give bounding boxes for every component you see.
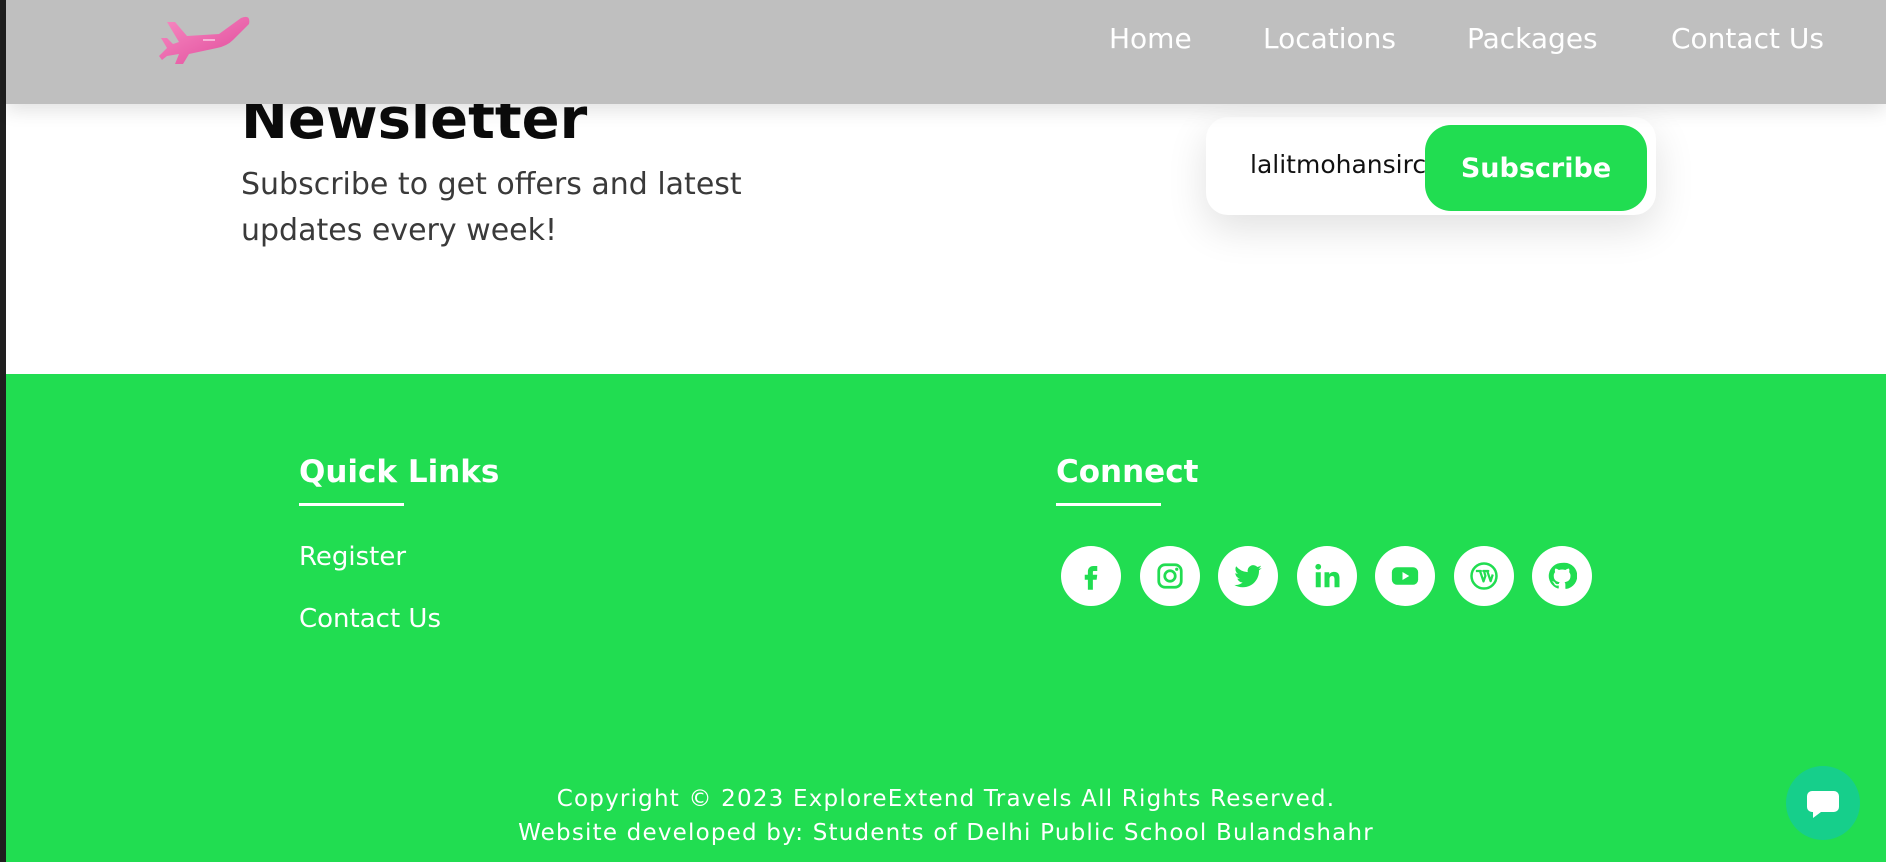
youtube-icon[interactable] <box>1375 546 1435 606</box>
linkedin-icon[interactable] <box>1297 546 1357 606</box>
quick-links-underline <box>299 503 404 506</box>
connect-underline <box>1056 503 1161 506</box>
connect-heading: Connect <box>1056 454 1199 490</box>
twitter-icon[interactable] <box>1218 546 1278 606</box>
chat-button[interactable] <box>1786 766 1860 840</box>
instagram-icon[interactable] <box>1140 546 1200 606</box>
nav-locations[interactable]: Locations <box>1263 22 1396 55</box>
facebook-icon[interactable] <box>1061 546 1121 606</box>
email-input[interactable] <box>1246 141 1450 187</box>
quick-links-heading: Quick Links <box>299 454 500 490</box>
github-icon[interactable] <box>1532 546 1592 606</box>
footer-link-register[interactable]: Register <box>299 542 406 572</box>
footer-link-contact-us[interactable]: Contact Us <box>299 604 441 634</box>
footer: Quick Links Register Contact Us Connect … <box>6 374 1886 862</box>
wordpress-icon[interactable] <box>1454 546 1514 606</box>
nav-packages[interactable]: Packages <box>1467 22 1598 55</box>
developer-credit: Website developed by: Students of Delhi … <box>518 820 1374 846</box>
subscribe-button[interactable]: Subscribe <box>1425 125 1647 211</box>
navbar: Home Locations Packages Contact Us <box>6 0 1886 104</box>
copyright-text: Copyright © 2023 ExploreExtend Travels A… <box>556 786 1336 812</box>
nav-home[interactable]: Home <box>1109 22 1192 55</box>
airplane-icon[interactable] <box>159 16 253 68</box>
newsletter-description: Subscribe to get offers and latest updat… <box>241 167 742 248</box>
nav-contact-us[interactable]: Contact Us <box>1671 22 1824 55</box>
chat-bubble-icon <box>1807 791 1839 818</box>
newsletter-form: Subscribe <box>1206 117 1656 215</box>
